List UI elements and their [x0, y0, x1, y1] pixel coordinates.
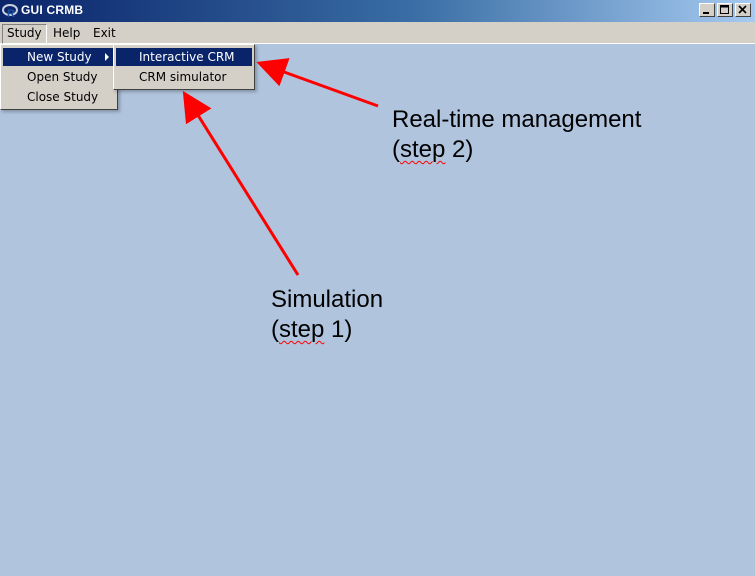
arrow-to-interactive-crm — [256, 58, 379, 108]
spellcheck-word: step — [400, 136, 446, 163]
window-title: GUI CRMB — [21, 3, 84, 17]
menu-bar: Study Help Exit — [0, 22, 755, 44]
submenu-arrow-icon — [105, 53, 109, 61]
annotation-simulation-line2: (step 1) — [271, 316, 353, 343]
menu-exit[interactable]: Exit — [89, 24, 120, 42]
new-study-submenu: Interactive CRM CRM simulator — [113, 44, 255, 90]
menu-item-interactive-crm[interactable]: Interactive CRM — [116, 48, 252, 66]
app-window: R GUI CRMB Study Help Exit New Study Ope… — [0, 0, 755, 576]
close-button[interactable] — [735, 3, 751, 17]
study-dropdown: New Study Open Study Close Study — [0, 44, 118, 110]
close-icon — [738, 5, 747, 14]
menu-study[interactable]: Study — [2, 24, 47, 44]
menu-item-close-study[interactable]: Close Study — [3, 88, 115, 106]
annotation-simulation-line1: Simulation — [271, 286, 384, 313]
minimize-icon — [703, 12, 709, 14]
svg-text:R: R — [7, 8, 15, 19]
menu-help[interactable]: Help — [49, 24, 84, 42]
annotation-realtime-line1: Real-time management — [392, 106, 642, 133]
maximize-icon — [720, 5, 729, 14]
menu-item-crm-simulator[interactable]: CRM simulator — [116, 68, 252, 86]
window-controls — [697, 3, 751, 17]
annotation-realtime-line2: (step 2) — [392, 136, 474, 163]
minimize-button[interactable] — [699, 3, 715, 17]
arrow-to-crm-simulator — [182, 90, 300, 276]
annotation-simulation: Simulation (step 1) — [271, 285, 383, 345]
title-bar[interactable]: R GUI CRMB — [0, 0, 755, 22]
r-logo-icon: R — [2, 3, 18, 20]
maximize-button[interactable] — [717, 3, 733, 17]
menu-item-open-study[interactable]: Open Study — [3, 68, 115, 86]
spellcheck-word: step — [279, 316, 325, 343]
menu-item-new-study[interactable]: New Study — [3, 48, 115, 66]
new-study-label: New Study — [27, 50, 92, 64]
annotation-realtime: Real-time management (step 2) — [392, 105, 641, 165]
